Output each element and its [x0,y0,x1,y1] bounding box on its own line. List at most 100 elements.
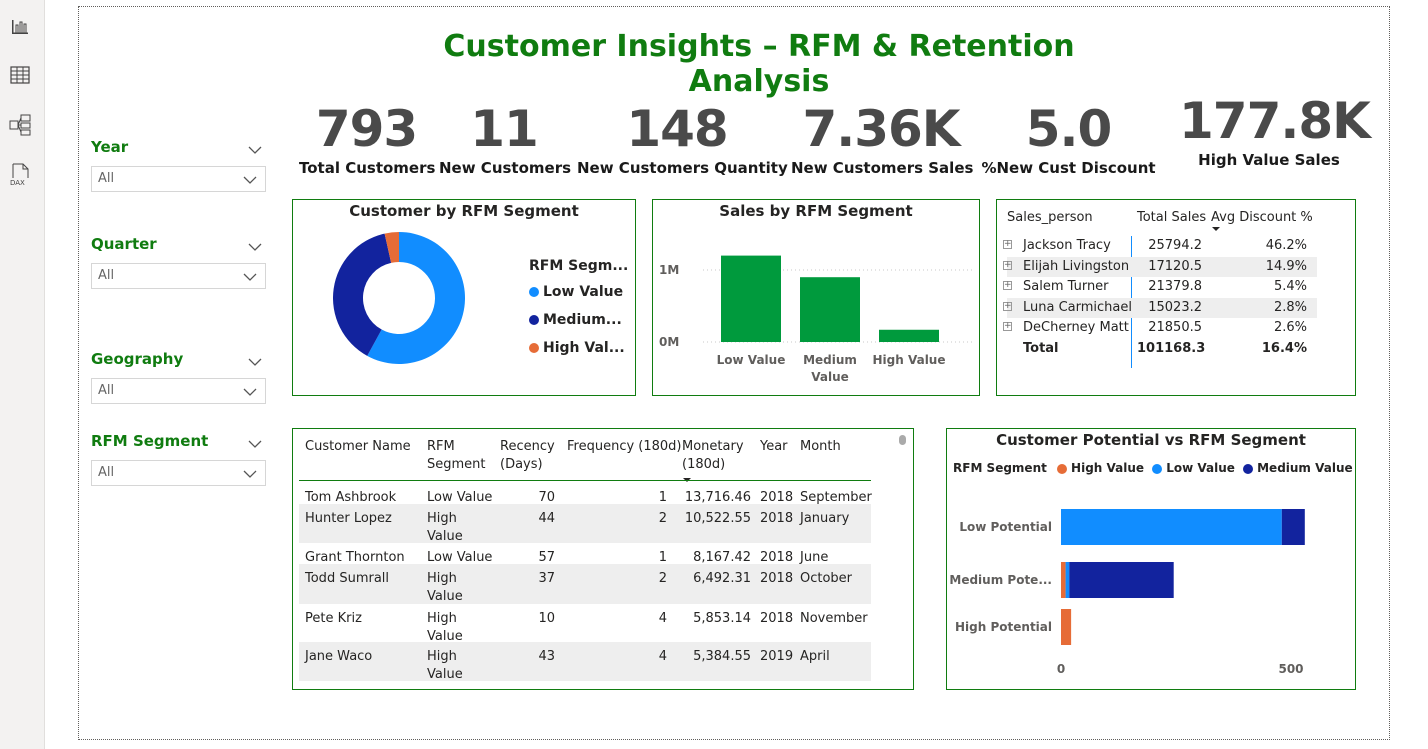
legend-item-medium-value[interactable]: Medium Value [1243,461,1353,475]
table-row[interactable]: Pete Kriz High Value 10 4 5,853.14 2018 Novembe… [299,604,871,644]
scrollbar-thumb[interactable] [899,435,906,445]
slicer-value: All [98,383,115,398]
kpi-new-customers[interactable]: 11 New Customers [439,99,572,177]
bar-segment[interactable] [1281,509,1305,545]
table-cell: 44 [538,511,555,526]
column-header[interactable]: RFM Segment [427,438,486,474]
legend-item-high-value[interactable]: High Value [1057,461,1144,475]
expand-icon[interactable]: + [1003,281,1012,290]
legend-item-low-value[interactable]: Low Value [1152,461,1235,475]
expand-icon[interactable]: + [1003,322,1012,331]
table-cell: 10 [538,611,555,626]
legend-item-low-value[interactable]: Low Value [529,284,628,312]
matrix-cell: 46.2% [1265,238,1307,253]
bar[interactable] [879,329,939,342]
kpi-new-customers-quantity[interactable]: 148 New Customers Quantity [577,99,788,177]
table-row[interactable]: Jane Waco High Value 43 4 5,384.55 2019 April [299,642,871,682]
table-row[interactable]: Grant Thornton Low Value 57 1 8,167.42 2018 Ju… [299,543,871,565]
legend-label: Low Value [1166,461,1235,475]
customer-table-panel[interactable]: Customer Name RFM Segment Recency (Days) Freq… [292,428,914,690]
matrix-cell: DeCherney Matt [1023,320,1129,335]
kpi-value: 11 [470,100,539,158]
potential-chart-panel[interactable]: Customer Potential vs RFM Segment RFM Se… [946,428,1356,690]
sales-bar-chart-panel[interactable]: Sales by RFM Segment 1M 0M Low Value Medium… [652,199,980,396]
legend-item-high-value[interactable]: High Val... [529,340,628,368]
bar[interactable] [721,255,781,342]
salesperson-matrix-panel[interactable]: Sales_person Total Sales Avg Discount % … [996,199,1356,396]
table-cell: 10,522.55 [684,511,751,526]
kpi-value: 5.0 [1025,100,1113,158]
table-row[interactable]: Todd Sumrall High Value 37 2 6,492.31 2018 Octo… [299,564,871,604]
column-header[interactable]: Avg Discount % [1211,210,1313,225]
bar-segment[interactable] [1061,562,1066,598]
kpi-high-value-sales[interactable]: 177.8K High Value Sales [1179,91,1371,169]
expand-icon[interactable]: + [1003,301,1012,311]
y-tick-label: 0M [659,335,679,349]
report-view-icon[interactable] [9,16,31,38]
matrix-cell: 101168.3 [1137,340,1206,356]
legend-item-medium-value[interactable]: Medium... [529,312,628,340]
chart-title: Customer by RFM Segment [349,202,579,220]
matrix-cell: 2.6% [1273,320,1307,335]
column-header[interactable]: Sales_person [1007,210,1093,225]
kpi-total-customers[interactable]: 793 Total Customers [299,99,435,177]
dax-label: DAX [10,179,25,187]
x-tick-label: Low Value [717,353,786,367]
slicer-dropdown[interactable]: All [91,378,266,404]
table-cell: Todd Sumrall [305,571,390,586]
bar-segment[interactable] [1065,562,1070,598]
column-header[interactable]: Monetary (180d) [682,438,744,474]
kpi-value: 148 [626,100,728,158]
table-cell: High Value [427,649,463,682]
x-tick-label: High Value [873,353,946,367]
matrix-row[interactable]: + Salem Turner 21379.8 5.4% [1003,277,1317,297]
kpi-new-customers-sales[interactable]: 7.36K New Customers Sales [791,99,973,177]
slicer-dropdown[interactable]: All [91,263,266,289]
slicer-dropdown[interactable]: All [91,166,266,192]
chevron-down-icon[interactable] [248,237,262,255]
slicer-rfm-segment: RFM Segment All [91,432,266,486]
kpi-new-cust-discount[interactable]: 5.0 %New Cust Discount [981,99,1156,177]
donut-chart-panel[interactable]: Customer by RFM Segment RFM Segm... Low … [292,199,636,396]
matrix-row[interactable]: + Jackson Tracy 25794.2 46.2% [1003,236,1317,256]
chevron-down-icon[interactable] [248,140,262,158]
column-header[interactable]: Month [800,438,841,456]
bar-segment[interactable] [1061,609,1072,645]
table-view-icon[interactable] [9,64,31,86]
dax-query-view-icon[interactable]: DAX [9,163,31,187]
kpi-label: New Customers [439,159,572,177]
chevron-down-icon[interactable] [248,352,262,370]
table-row[interactable]: Tom Ashbrook Low Value 70 1 13,716.46 2018 Sep… [299,483,872,505]
report-canvas: Customer Insights – RFM & Retention Anal… [78,6,1390,740]
expand-icon[interactable]: + [1003,260,1012,270]
column-header[interactable]: Recency (Days) [500,438,555,474]
matrix-cell: 2.8% [1273,299,1307,315]
slicer-value: All [98,465,115,480]
column-header[interactable]: Frequency (180d) [567,438,682,456]
y-tick-label: 1M [659,263,679,277]
chevron-down-icon[interactable] [248,434,262,452]
kpi-label: New Customers Quantity [577,159,788,177]
matrix-cell: 21379.8 [1148,279,1202,294]
bar-segment[interactable] [1061,509,1282,545]
table-cell: 6,492.31 [693,571,751,586]
column-header[interactable]: Year [760,438,788,456]
expand-icon[interactable]: + [1003,240,1012,249]
table-cell: October [800,571,853,586]
kpi-label: High Value Sales [1198,151,1340,169]
slicer-dropdown[interactable]: All [91,460,266,486]
matrix-row[interactable]: + Elijah Livingston 17120.5 14.9% [1003,256,1317,277]
matrix-cell: Salem Turner [1023,279,1109,294]
column-header[interactable]: Total Sales [1137,210,1206,225]
table-row[interactable]: Hunter Lopez High Value 44 2 10,522.55 2018 Jan… [299,504,871,544]
bar[interactable] [800,277,860,342]
kpi-value: 7.36K [802,100,960,158]
legend-label: High Val... [543,340,625,356]
matrix-row[interactable]: + DeCherney Matt 21850.5 2.6% [1003,318,1317,338]
matrix-total-row[interactable]: Total 101168.3 16.4% [1007,339,1317,359]
bar-segment[interactable] [1069,562,1174,598]
column-header[interactable]: Customer Name [305,438,411,456]
matrix-row[interactable]: + Luna Carmichael 15023.2 2.8% [1003,297,1317,318]
model-view-icon[interactable] [9,114,31,136]
matrix-cell: 17120.5 [1148,258,1202,274]
